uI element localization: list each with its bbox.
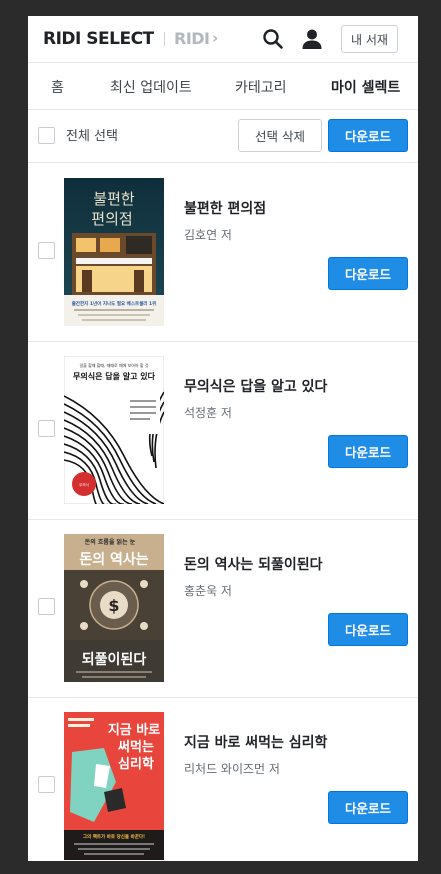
user-icon[interactable] (301, 28, 323, 50)
selection-toolbar: 전체 선택 선택 삭제 다운로드 (28, 110, 418, 163)
tab-bar: 홈 최신 업데이트 카테고리 마이 셀렉트 (28, 63, 418, 110)
book-title[interactable]: 불편한 편의점 (184, 198, 266, 218)
ridi-link[interactable]: RIDI (174, 29, 210, 48)
book-author: 리처드 와이즈먼 저 (184, 762, 280, 776)
header: RIDI SELECT RIDI › 내 서재 (28, 16, 418, 63)
tab-home[interactable]: 홈 (51, 77, 64, 97)
book-title[interactable]: 지금 바로 써먹는 심리학 (184, 732, 327, 752)
ridi-select-logo[interactable]: RIDI SELECT (43, 29, 154, 49)
svg-text:불편한: 불편한 (93, 190, 135, 208)
svg-text:돈의 역사는: 돈의 역사는 (79, 551, 148, 568)
book-title[interactable]: 돈의 역사는 되풀이된다 (184, 554, 323, 574)
book-checkbox[interactable] (38, 598, 55, 615)
book-title[interactable]: 무의식은 답을 알고 있다 (184, 376, 327, 396)
svg-text:일을 할때 할때, 때때로 때에 보아야 할 것: 일을 할때 할때, 때때로 때에 보아야 할 것 (79, 362, 148, 368)
svg-text:심리학: 심리학 (118, 756, 154, 772)
search-icon[interactable] (262, 28, 284, 50)
svg-text:출간한지 1년이 지나도 필요 베스트셀러 1위: 출간한지 1년이 지나도 필요 베스트셀러 1위 (72, 300, 156, 307)
logo-divider (164, 32, 165, 46)
svg-text:써먹는: 써먹는 (118, 739, 154, 755)
book-author: 홍춘욱 저 (184, 584, 232, 598)
book-row: 지금 바로 써먹는 심리학 그의 팩트가 바로 당신을 바꾼다! 지금 바로 써… (28, 697, 418, 861)
my-library-button[interactable]: 내 서재 (341, 25, 398, 53)
svg-text:편의점: 편의점 (91, 210, 132, 228)
book-checkbox[interactable] (38, 776, 55, 793)
svg-text:지금 바로: 지금 바로 (108, 722, 160, 738)
svg-text:그의 팩트가 바로 당신을 바꾼다!: 그의 팩트가 바로 당신을 바꾼다! (83, 833, 145, 840)
app-frame: RIDI SELECT RIDI › 내 서재 홈 최신 업데이트 카테고리 마… (28, 16, 418, 861)
tab-categories[interactable]: 카테고리 (235, 77, 287, 97)
download-all-button[interactable]: 다운로드 (328, 119, 408, 152)
svg-text:$: $ (108, 596, 119, 615)
svg-text:되풀이된다: 되풀이된다 (82, 651, 147, 668)
svg-text:무의식은 답을 알고 있다: 무의식은 답을 알고 있다 (73, 371, 156, 381)
download-button[interactable]: 다운로드 (328, 613, 408, 646)
book-cover[interactable]: 지금 바로 써먹는 심리학 그의 팩트가 바로 당신을 바꾼다! (64, 712, 164, 860)
delete-selected-button[interactable]: 선택 삭제 (238, 119, 322, 152)
tab-latest-updates[interactable]: 최신 업데이트 (110, 77, 192, 97)
book-row: 돈의 흐름을 읽는 눈 돈의 역사는 $ 되풀이된다 돈의 역사는 되풀이된다 … (28, 519, 418, 698)
download-button[interactable]: 다운로드 (328, 257, 408, 290)
book-author: 석정훈 저 (184, 406, 232, 420)
download-button[interactable]: 다운로드 (328, 791, 408, 824)
book-checkbox[interactable] (38, 242, 55, 259)
book-checkbox[interactable] (38, 420, 55, 437)
tab-my-select[interactable]: 마이 셀렉트 (331, 77, 400, 97)
select-all-checkbox[interactable] (38, 127, 55, 144)
book-row: 불편한 편의점 출간한지 1년이 지나도 필요 베스트셀러 1위 불편한 편의점… (28, 163, 418, 342)
book-cover[interactable]: 일을 할때 할때, 때때로 때에 보아야 할 것 무의식은 답을 알고 있다 무… (64, 356, 164, 504)
book-author: 김호연 저 (184, 228, 232, 242)
book-cover[interactable]: 불편한 편의점 출간한지 1년이 지나도 필요 베스트셀러 1위 (64, 178, 164, 326)
chevron-right-icon: › (212, 29, 219, 47)
select-all-label[interactable]: 전체 선택 (66, 125, 118, 144)
download-button[interactable]: 다운로드 (328, 435, 408, 468)
book-row: 일을 할때 할때, 때때로 때에 보아야 할 것 무의식은 답을 알고 있다 무… (28, 341, 418, 520)
book-cover[interactable]: 돈의 흐름을 읽는 눈 돈의 역사는 $ 되풀이된다 (64, 534, 164, 682)
svg-text:돈의 흐름을 읽는 눈: 돈의 흐름을 읽는 눈 (85, 538, 136, 546)
svg-text:무의식: 무의식 (79, 482, 89, 487)
